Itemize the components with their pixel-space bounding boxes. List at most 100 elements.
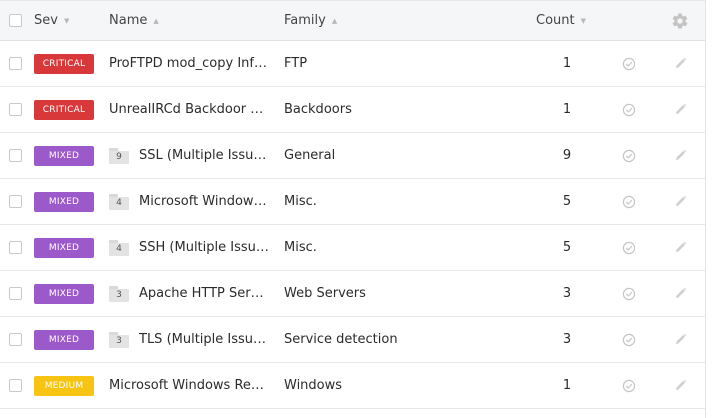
status-button[interactable]: [616, 363, 642, 408]
group-count: 4: [116, 197, 122, 208]
check-circle-icon: [622, 333, 636, 347]
family-name: FTP: [284, 56, 308, 71]
table-row[interactable]: MIXED 3 Apache HTTP Serve... Web Servers 3: [0, 271, 705, 317]
edit-button[interactable]: [667, 179, 693, 224]
vulnerability-name[interactable]: SSH (Multiple Issues): [139, 240, 269, 255]
count-value: 1: [562, 56, 572, 71]
select-all-checkbox-cell[interactable]: [9, 1, 23, 40]
check-circle-icon: [622, 103, 636, 117]
edit-button[interactable]: [667, 87, 693, 132]
count-value: 9: [562, 148, 572, 163]
row-checkbox[interactable]: [9, 103, 22, 116]
status-button[interactable]: [616, 133, 642, 178]
row-checkbox-cell[interactable]: [9, 363, 23, 408]
row-checkbox[interactable]: [9, 195, 22, 208]
severity-cell: CRITICAL: [34, 41, 94, 86]
vulnerability-name[interactable]: SSL (Multiple Issues): [139, 148, 269, 163]
column-header-sev[interactable]: Sev ▼: [34, 1, 69, 40]
family-name: General: [284, 148, 336, 163]
status-button[interactable]: [616, 179, 642, 224]
row-checkbox-cell[interactable]: [9, 41, 23, 86]
select-all-checkbox[interactable]: [9, 14, 22, 27]
edit-button[interactable]: [667, 363, 693, 408]
column-header-count[interactable]: Count ▼: [530, 1, 586, 40]
name-cell[interactable]: UnrealIRCd Backdoor De...: [109, 87, 269, 132]
name-cell[interactable]: 3 Apache HTTP Serve...: [109, 271, 269, 316]
family-cell: Service detection: [284, 317, 398, 362]
settings-button[interactable]: [667, 1, 693, 40]
row-checkbox-cell[interactable]: [9, 133, 23, 178]
table-row[interactable]: MIXED 9 SSL (Multiple Issues) General 9: [0, 133, 705, 179]
name-cell[interactable]: ProFTPD mod_copy Infor...: [109, 41, 269, 86]
table-row[interactable]: MIXED 4 Microsoft Windows... Misc. 5: [0, 179, 705, 225]
vulnerability-name[interactable]: Microsoft Windows...: [139, 194, 269, 209]
count-value: 5: [562, 194, 572, 209]
status-button[interactable]: [616, 41, 642, 86]
table-row[interactable]: CRITICAL UnrealIRCd Backdoor De... Backdoo…: [0, 87, 705, 133]
pencil-icon: [674, 57, 687, 70]
pencil-icon: [674, 333, 687, 346]
name-cell[interactable]: 9 SSL (Multiple Issues): [109, 133, 269, 178]
status-button[interactable]: [616, 271, 642, 316]
sort-asc-icon: ▲: [153, 16, 159, 25]
folder-icon: 4: [109, 239, 129, 256]
row-checkbox[interactable]: [9, 57, 22, 70]
gear-icon: [671, 12, 689, 30]
count-value: 1: [562, 378, 572, 393]
edit-button[interactable]: [667, 225, 693, 270]
family-cell: General: [284, 133, 335, 178]
row-checkbox[interactable]: [9, 287, 22, 300]
table-row[interactable]: MIXED 3 TLS (Multiple Issues) Service detec…: [0, 317, 705, 363]
row-checkbox[interactable]: [9, 149, 22, 162]
check-circle-icon: [622, 57, 636, 71]
vulnerability-name[interactable]: Microsoft Windows Rem...: [109, 378, 269, 393]
column-label-name: Name: [109, 13, 148, 28]
vulnerability-name[interactable]: TLS (Multiple Issues): [139, 332, 269, 347]
vulnerability-name[interactable]: ProFTPD mod_copy Infor...: [109, 56, 269, 71]
row-checkbox-cell[interactable]: [9, 225, 23, 270]
table-row[interactable]: CRITICAL ProFTPD mod_copy Infor... FTP 1: [0, 41, 705, 87]
row-checkbox[interactable]: [9, 333, 22, 346]
name-cell[interactable]: Microsoft Windows Rem...: [109, 363, 269, 408]
edit-button[interactable]: [667, 41, 693, 86]
status-button[interactable]: [616, 225, 642, 270]
table-row[interactable]: MEDIUM Microsoft Windows Rem... Windows 1: [0, 363, 705, 409]
vulnerabilities-table: Sev ▼ Name ▲ Family ▲ Count ▼ CRITICAL Pr…: [0, 0, 706, 418]
status-button[interactable]: [616, 317, 642, 362]
vulnerability-name[interactable]: Apache HTTP Serve...: [139, 286, 269, 301]
check-circle-icon: [622, 195, 636, 209]
edit-button[interactable]: [667, 317, 693, 362]
status-button[interactable]: [616, 87, 642, 132]
name-cell[interactable]: 4 Microsoft Windows...: [109, 179, 269, 224]
severity-cell: MIXED: [34, 133, 94, 178]
edit-button[interactable]: [667, 271, 693, 316]
table-row[interactable]: MIXED 4 SSH (Multiple Issues) Misc. 5: [0, 225, 705, 271]
family-cell: Web Servers: [284, 271, 366, 316]
row-checkbox-cell[interactable]: [9, 271, 23, 316]
row-checkbox-cell[interactable]: [9, 87, 23, 132]
column-label-sev: Sev: [34, 13, 58, 28]
severity-cell: MIXED: [34, 225, 94, 270]
row-checkbox-cell[interactable]: [9, 317, 23, 362]
folder-icon: 3: [109, 285, 129, 302]
row-checkbox-cell[interactable]: [9, 179, 23, 224]
pencil-icon: [674, 149, 687, 162]
count-cell: 1: [530, 41, 604, 86]
family-name: Misc.: [284, 240, 317, 255]
check-circle-icon: [622, 287, 636, 301]
family-name: Service detection: [284, 332, 398, 347]
edit-button[interactable]: [667, 133, 693, 178]
name-cell[interactable]: 3 TLS (Multiple Issues): [109, 317, 269, 362]
severity-cell: MIXED: [34, 271, 94, 316]
name-cell[interactable]: 4 SSH (Multiple Issues): [109, 225, 269, 270]
row-checkbox[interactable]: [9, 379, 22, 392]
table-header: Sev ▼ Name ▲ Family ▲ Count ▼: [0, 0, 705, 41]
vulnerability-name[interactable]: UnrealIRCd Backdoor De...: [109, 102, 269, 117]
family-cell: Windows: [284, 363, 342, 408]
column-header-family[interactable]: Family ▲: [284, 1, 337, 40]
count-cell: 1: [530, 363, 604, 408]
row-checkbox[interactable]: [9, 241, 22, 254]
family-cell: FTP: [284, 41, 307, 86]
column-header-name[interactable]: Name ▲: [109, 1, 269, 40]
folder-icon: 9: [109, 147, 129, 164]
